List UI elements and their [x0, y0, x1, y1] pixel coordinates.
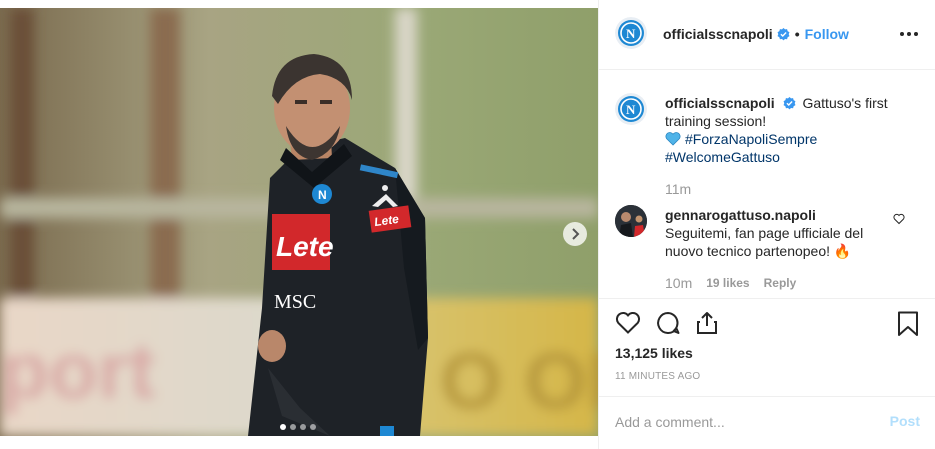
comment-meta: 10m 19 likes Reply [665, 275, 796, 291]
carousel-dot [300, 424, 306, 430]
post-header: N officialsscnapoli • Follow [599, 0, 935, 70]
post-actions: 13,125 likes 11 MINUTES AGO [599, 298, 935, 396]
hashtag-link[interactable]: #ForzaNapoliSempre [685, 131, 817, 147]
post-caption: officialsscnapoli Gattuso's first traini… [665, 94, 905, 166]
instagram-post-view: port O OF N Let [0, 0, 935, 449]
carousel-dot [310, 424, 316, 430]
post-photo[interactable]: port O OF N Let [0, 8, 598, 436]
bookmark-icon[interactable] [897, 311, 919, 337]
verified-badge-icon [783, 97, 796, 110]
carousel-dot [280, 424, 286, 430]
follow-button[interactable]: Follow [805, 26, 849, 42]
account-username[interactable]: officialsscnapoli [663, 26, 773, 42]
avatar[interactable]: N [615, 93, 647, 125]
comment-icon[interactable] [655, 311, 681, 335]
more-dot [900, 32, 904, 36]
chevron-right-icon [572, 228, 580, 240]
svg-text:N: N [318, 188, 327, 202]
svg-text:N: N [626, 102, 636, 117]
comments-section: N officialsscnapoli Gattuso's first trai… [599, 70, 935, 298]
avatar[interactable]: N [615, 17, 647, 49]
svg-text:N: N [626, 26, 636, 41]
hashtag-link[interactable]: #WelcomeGattuso [665, 149, 780, 165]
share-icon[interactable] [695, 311, 719, 335]
likes-count[interactable]: 13,125 likes [615, 345, 693, 361]
add-comment-bar: Post [599, 396, 935, 449]
carousel-dot [290, 424, 296, 430]
jersey-sponsor-text: Lete [276, 231, 334, 262]
svg-text:O OF: O OF [440, 336, 598, 425]
blue-heart-emoji-icon [665, 132, 681, 146]
post-details-panel: N officialsscnapoli • Follow N officials… [598, 0, 935, 449]
comment-likes-count[interactable]: 19 likes [706, 276, 749, 290]
comment-like-heart-icon[interactable] [893, 213, 905, 225]
commenter-avatar-image [615, 205, 647, 237]
more-dot [907, 32, 911, 36]
svg-text:port: port [0, 326, 156, 415]
heart-icon[interactable] [615, 311, 641, 335]
post-timestamp[interactable]: 11 MINUTES AGO [615, 371, 700, 382]
caption-username[interactable]: officialsscnapoli [665, 95, 775, 111]
comment-text: Seguitemi, fan page ufficiale del nuovo … [665, 225, 864, 259]
comment-input[interactable] [615, 411, 865, 433]
avatar[interactable] [615, 205, 647, 237]
carousel-indicator [280, 424, 316, 430]
more-dot [914, 32, 918, 36]
more-options-icon[interactable] [898, 24, 920, 44]
header-separator: • [794, 26, 800, 42]
gattuso-training-photo: port O OF N Let [0, 8, 598, 436]
verified-badge-icon [777, 27, 790, 40]
header-account: officialsscnapoli • Follow [663, 26, 849, 42]
comment-time[interactable]: 10m [665, 275, 692, 291]
caption-time[interactable]: 11m [665, 181, 691, 197]
reply-button[interactable]: Reply [764, 276, 797, 290]
post-comment-button[interactable]: Post [890, 413, 920, 429]
jersey-brand-text: MSC [274, 291, 316, 313]
carousel-next-button[interactable] [563, 222, 587, 246]
comment-body: gennarogattuso.napoli Seguitemi, fan pag… [665, 206, 891, 260]
comment-username[interactable]: gennarogattuso.napoli [665, 207, 816, 223]
